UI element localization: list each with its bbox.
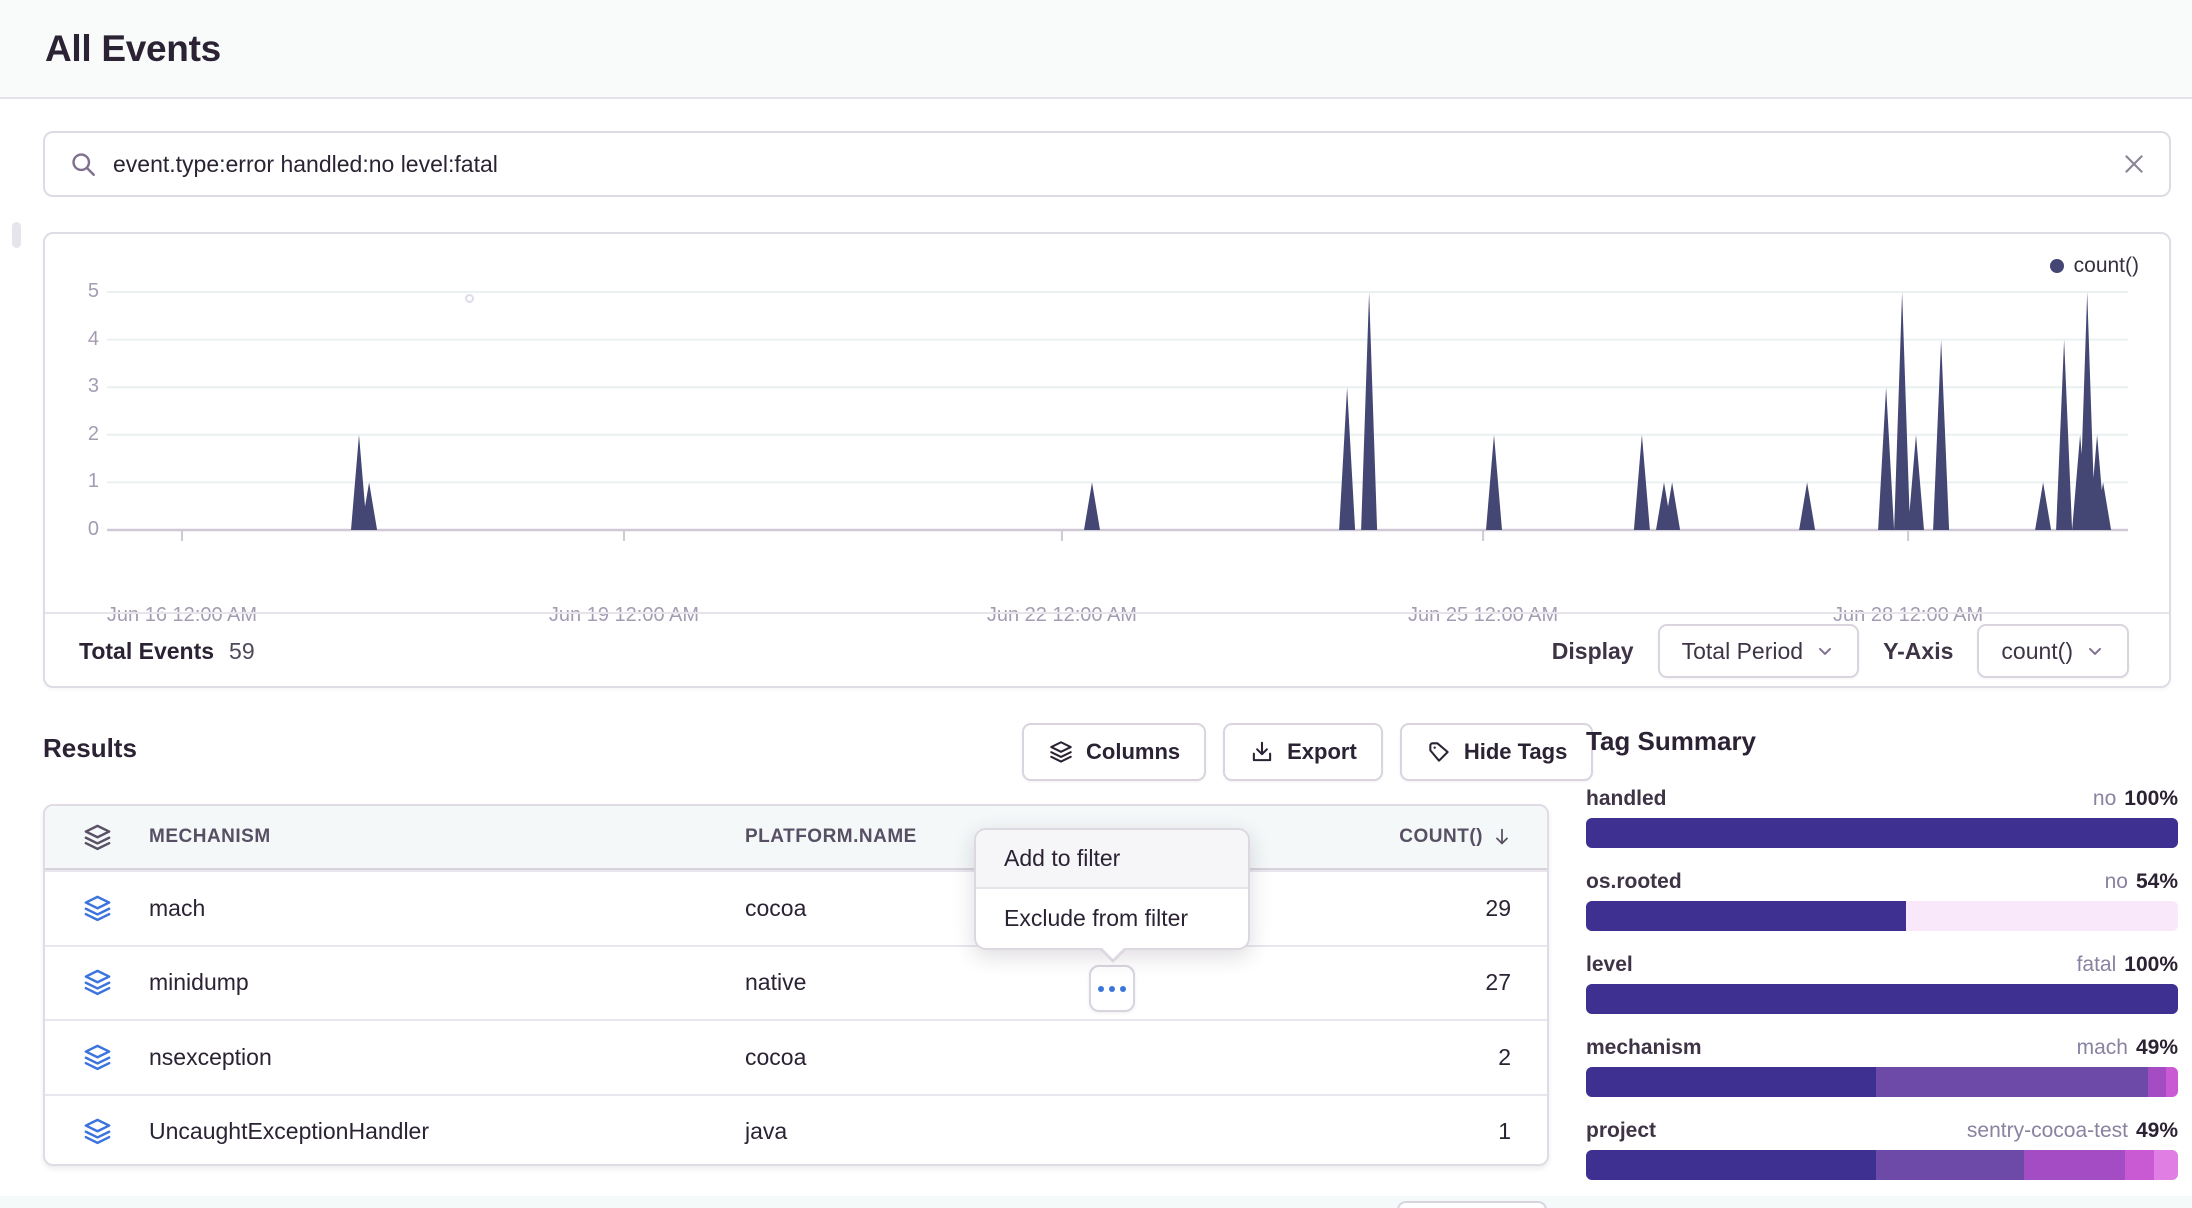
y-axis-tick: 5 (45, 280, 99, 303)
stack-icon-blue (45, 1116, 149, 1147)
tag-name: handled (1586, 787, 1667, 811)
results-heading: Results (43, 733, 137, 764)
tag-name: project (1586, 1119, 1656, 1143)
tag-distribution-bar[interactable] (1586, 1150, 2178, 1180)
tag-distribution-bar[interactable] (1586, 901, 2178, 931)
display-label: Display (1552, 638, 1634, 665)
all-events-page: All Events event.type:error handled:no l… (0, 0, 2192, 1208)
events-chart-card: count() 012345 Jun 16 12:00 AMJun 19 12:… (43, 232, 2171, 688)
y-axis-tick: 3 (45, 375, 99, 398)
total-events-value: 59 (229, 638, 255, 665)
chart-footer: Total Events 59 Display Total Period Y-A… (45, 612, 2169, 688)
stack-icon-blue (45, 1042, 149, 1073)
y-axis-tick: 2 (45, 423, 99, 446)
export-button-label: Export (1287, 739, 1357, 765)
pagination-button-partial[interactable] (1397, 1201, 1547, 1208)
tag-icon (1426, 739, 1452, 765)
cell-mechanism: nsexception (149, 1044, 745, 1071)
columns-button[interactable]: Columns (1022, 723, 1206, 781)
chevron-down-icon (1815, 641, 1835, 661)
export-button[interactable]: Export (1223, 723, 1383, 781)
tag-block-project[interactable]: project sentry-cocoa-test 49% (1586, 1119, 2178, 1180)
tag-top-percent: 49% (2136, 1119, 2178, 1143)
cell-count: 27 (1165, 969, 1547, 996)
tag-block-level[interactable]: level fatal 100% (1586, 953, 2178, 1014)
tag-name: mechanism (1586, 1036, 1702, 1060)
table-row[interactable]: mach cocoa 29 (45, 870, 1547, 945)
table-header-row: MECHANISM PLATFORM.NAME COUNT() (45, 806, 1547, 870)
clear-search-icon[interactable] (2121, 151, 2147, 177)
tag-distribution-bar[interactable] (1586, 818, 2178, 848)
cell-mechanism: mach (149, 895, 745, 922)
tag-distribution-bar[interactable] (1586, 1067, 2178, 1097)
yaxis-label: Y-Axis (1883, 638, 1953, 665)
cell-mechanism: minidump (149, 969, 745, 996)
tag-summary-panel: Tag Summary handled no 100% os.rooted no… (1586, 726, 2178, 1202)
table-row[interactable]: UncaughtExceptionHandler java 1 (45, 1094, 1547, 1167)
tag-top-value: sentry-cocoa-test (1967, 1119, 2128, 1143)
columns-button-label: Columns (1086, 739, 1180, 765)
cell-actions-menu: Add to filter Exclude from filter (974, 828, 1250, 950)
stack-icon-blue (45, 967, 149, 998)
tag-top-value: fatal (2077, 953, 2117, 977)
legend-label: count() (2074, 254, 2139, 278)
chart-legend: count() (2050, 254, 2139, 278)
search-bar[interactable]: event.type:error handled:no level:fatal (43, 131, 2171, 197)
stack-icon-blue (45, 893, 149, 924)
panel-resize-handle[interactable] (12, 222, 21, 248)
cell-count: 1 (1165, 1118, 1547, 1145)
menu-item-add-to-filter[interactable]: Add to filter (976, 830, 1248, 889)
total-events-label: Total Events (79, 638, 214, 665)
search-input[interactable]: event.type:error handled:no level:fatal (113, 151, 2121, 178)
stray-data-point (465, 294, 474, 303)
tag-top-value: mach (2077, 1036, 2128, 1060)
tag-top-percent: 49% (2136, 1036, 2178, 1060)
tag-top-value: no (2105, 870, 2128, 894)
stack-icon (45, 822, 149, 853)
cell-count: 2 (1165, 1044, 1547, 1071)
cell-actions-button[interactable] (1089, 965, 1135, 1012)
display-dropdown[interactable]: Total Period (1658, 624, 1859, 678)
layers-icon (1048, 739, 1074, 765)
cell-platform: java (745, 1118, 1165, 1145)
table-row[interactable]: nsexception cocoa 2 (45, 1019, 1547, 1094)
cell-platform: cocoa (745, 1044, 1165, 1071)
column-header-mechanism[interactable]: MECHANISM (149, 826, 745, 848)
tag-top-percent: 54% (2136, 870, 2178, 894)
page-bottom-strip (0, 1196, 2192, 1208)
results-toolbar: Columns Export Hide Tags (1022, 723, 1593, 781)
y-axis-tick: 0 (45, 518, 99, 541)
tag-top-percent: 100% (2124, 953, 2178, 977)
top-bar: All Events (0, 0, 2192, 99)
page-title: All Events (45, 28, 221, 70)
menu-item-exclude-from-filter[interactable]: Exclude from filter (976, 889, 1248, 948)
tag-block-handled[interactable]: handled no 100% (1586, 787, 2178, 848)
count-header-label: COUNT() (1399, 826, 1483, 848)
y-axis-tick: 1 (45, 470, 99, 493)
tag-block-mechanism[interactable]: mechanism mach 49% (1586, 1036, 2178, 1097)
events-chart[interactable] (107, 292, 2128, 544)
sort-desc-icon (1491, 826, 1513, 848)
yaxis-value: count() (2001, 638, 2073, 665)
hide-tags-button-label: Hide Tags (1464, 739, 1568, 765)
table-row[interactable]: minidump native 27 (45, 945, 1547, 1020)
chevron-down-icon (2085, 641, 2105, 661)
yaxis-dropdown[interactable]: count() (1977, 624, 2129, 678)
tag-summary-heading: Tag Summary (1586, 726, 2178, 757)
tag-block-os-rooted[interactable]: os.rooted no 54% (1586, 870, 2178, 931)
display-value: Total Period (1682, 638, 1803, 665)
tag-name: os.rooted (1586, 870, 1682, 894)
hide-tags-button[interactable]: Hide Tags (1400, 723, 1594, 781)
tag-top-value: no (2093, 787, 2116, 811)
search-icon (69, 150, 97, 178)
cell-mechanism: UncaughtExceptionHandler (149, 1118, 745, 1145)
tag-name: level (1586, 953, 1633, 977)
tag-top-percent: 100% (2124, 787, 2178, 811)
results-table: MECHANISM PLATFORM.NAME COUNT() mach coc… (43, 804, 1549, 1166)
legend-dot-icon (2050, 259, 2064, 273)
y-axis-tick: 4 (45, 328, 99, 351)
download-icon (1249, 739, 1275, 765)
tag-distribution-bar[interactable] (1586, 984, 2178, 1014)
